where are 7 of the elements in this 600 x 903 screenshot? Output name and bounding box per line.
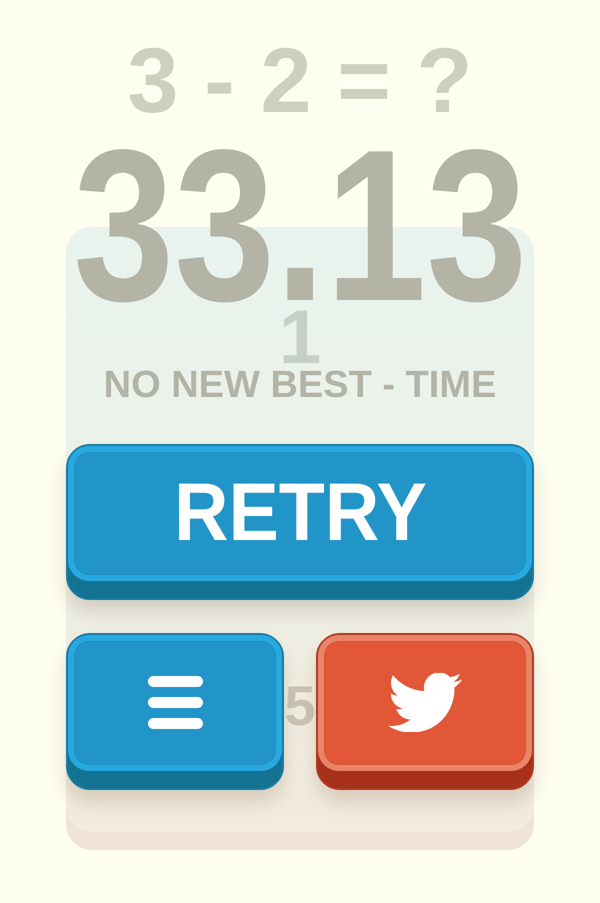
result-message: NO NEW BEST - TIME bbox=[104, 366, 496, 404]
retry-button[interactable]: RETRY bbox=[66, 444, 534, 600]
menu-button[interactable] bbox=[66, 632, 284, 790]
bird-icon bbox=[388, 673, 462, 732]
menu-icon bbox=[148, 676, 202, 730]
time-text: 33.13 bbox=[72, 144, 528, 306]
share-button[interactable] bbox=[316, 632, 534, 790]
